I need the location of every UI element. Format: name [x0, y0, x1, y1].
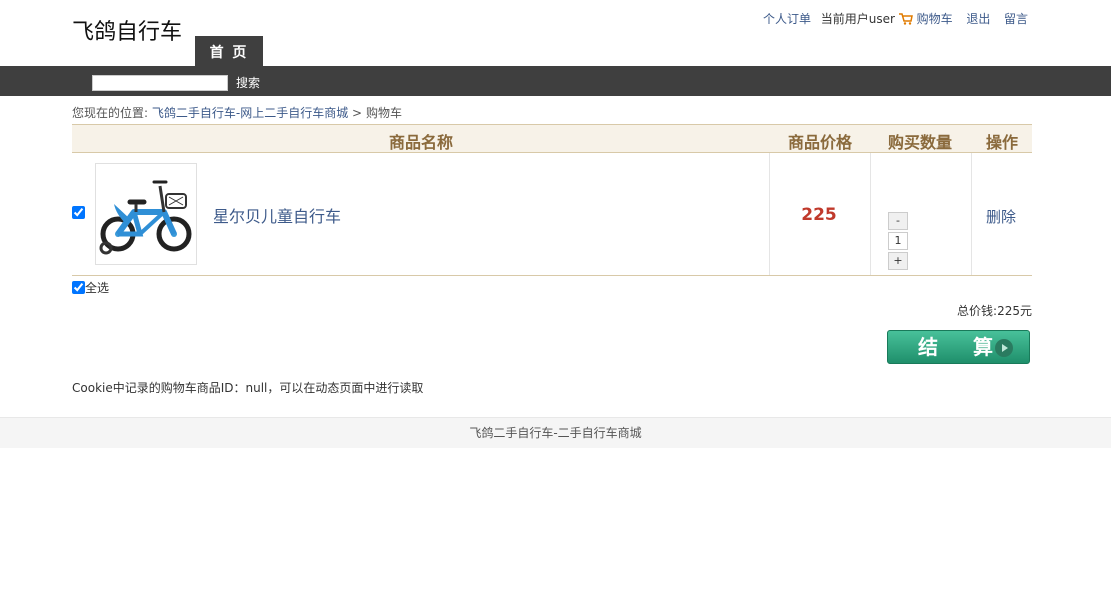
cart-icon[interactable]	[898, 13, 913, 25]
item-checkbox[interactable]	[72, 206, 85, 219]
cookie-note: Cookie中记录的购物车商品ID：null，可以在动态页面中进行读取	[72, 381, 424, 395]
search-input[interactable]	[92, 75, 228, 91]
search-bar: 搜索	[0, 66, 1111, 96]
column-header-name: 商品名称	[389, 133, 454, 152]
current-user-label: 当前用户	[820, 12, 869, 26]
select-all: 全选	[72, 279, 109, 296]
site-footer: 飞鸽二手自行车-二手自行车商城	[0, 417, 1111, 448]
product-name-link[interactable]: 星尔贝儿童自行车	[213, 203, 341, 227]
cart-link[interactable]: 购物车	[917, 12, 953, 26]
checkout-button[interactable]: 结 算	[887, 330, 1030, 364]
orders-link[interactable]: 个人订单	[763, 12, 811, 26]
username: user	[868, 12, 895, 26]
cart-item-row: 星尔贝儿童自行车 225 - 1 + 删除	[72, 153, 1032, 275]
column-header-operation: 操作	[986, 133, 1019, 152]
top-links: 个人订单 当前用户user 购物车 退出 留言	[763, 10, 1028, 27]
nav-home-tab[interactable]: 首 页	[195, 36, 263, 66]
total-price: 总价钱:225元	[957, 304, 1032, 318]
quantity-increase-button[interactable]: +	[888, 252, 908, 270]
breadcrumb-prefix: 您现在的位置:	[72, 106, 149, 120]
cart-table-header: 商品名称 商品价格 购买数量 操作	[72, 125, 1032, 153]
breadcrumb-home-link[interactable]: 飞鸽二手自行车-网上二手自行车商城	[152, 106, 348, 120]
product-price: 225	[801, 205, 837, 225]
breadcrumb-current: 购物车	[365, 106, 402, 120]
play-arrow-icon	[995, 339, 1013, 357]
quantity-input[interactable]: 1	[888, 232, 908, 250]
quantity-decrease-button[interactable]: -	[888, 212, 908, 230]
breadcrumb-separator: >	[352, 106, 363, 120]
column-header-price: 商品价格	[788, 133, 853, 152]
delete-item-link[interactable]: 删除	[986, 206, 1016, 227]
select-all-label: 全选	[85, 281, 110, 295]
product-thumbnail[interactable]	[95, 163, 197, 265]
logout-link[interactable]: 退出	[966, 12, 990, 26]
message-link[interactable]: 留言	[1004, 12, 1028, 26]
bicycle-image	[99, 180, 192, 255]
select-all-checkbox[interactable]	[72, 281, 85, 294]
breadcrumb: 您现在的位置: 飞鸽二手自行车-网上二手自行车商城 > 购物车	[72, 104, 402, 121]
checkout-label: 结 算	[918, 335, 1007, 359]
search-button[interactable]: 搜索	[236, 75, 260, 91]
column-header-quantity: 购买数量	[888, 133, 953, 152]
site-header: 飞鸽自行车 首 页 个人订单 当前用户user 购物车 退出 留言	[0, 0, 1111, 66]
cart-table: 商品名称 商品价格 购买数量 操作 星尔贝儿童自行车 225 - 1 + 删除	[72, 124, 1032, 276]
site-logo[interactable]: 飞鸽自行车	[72, 14, 182, 46]
